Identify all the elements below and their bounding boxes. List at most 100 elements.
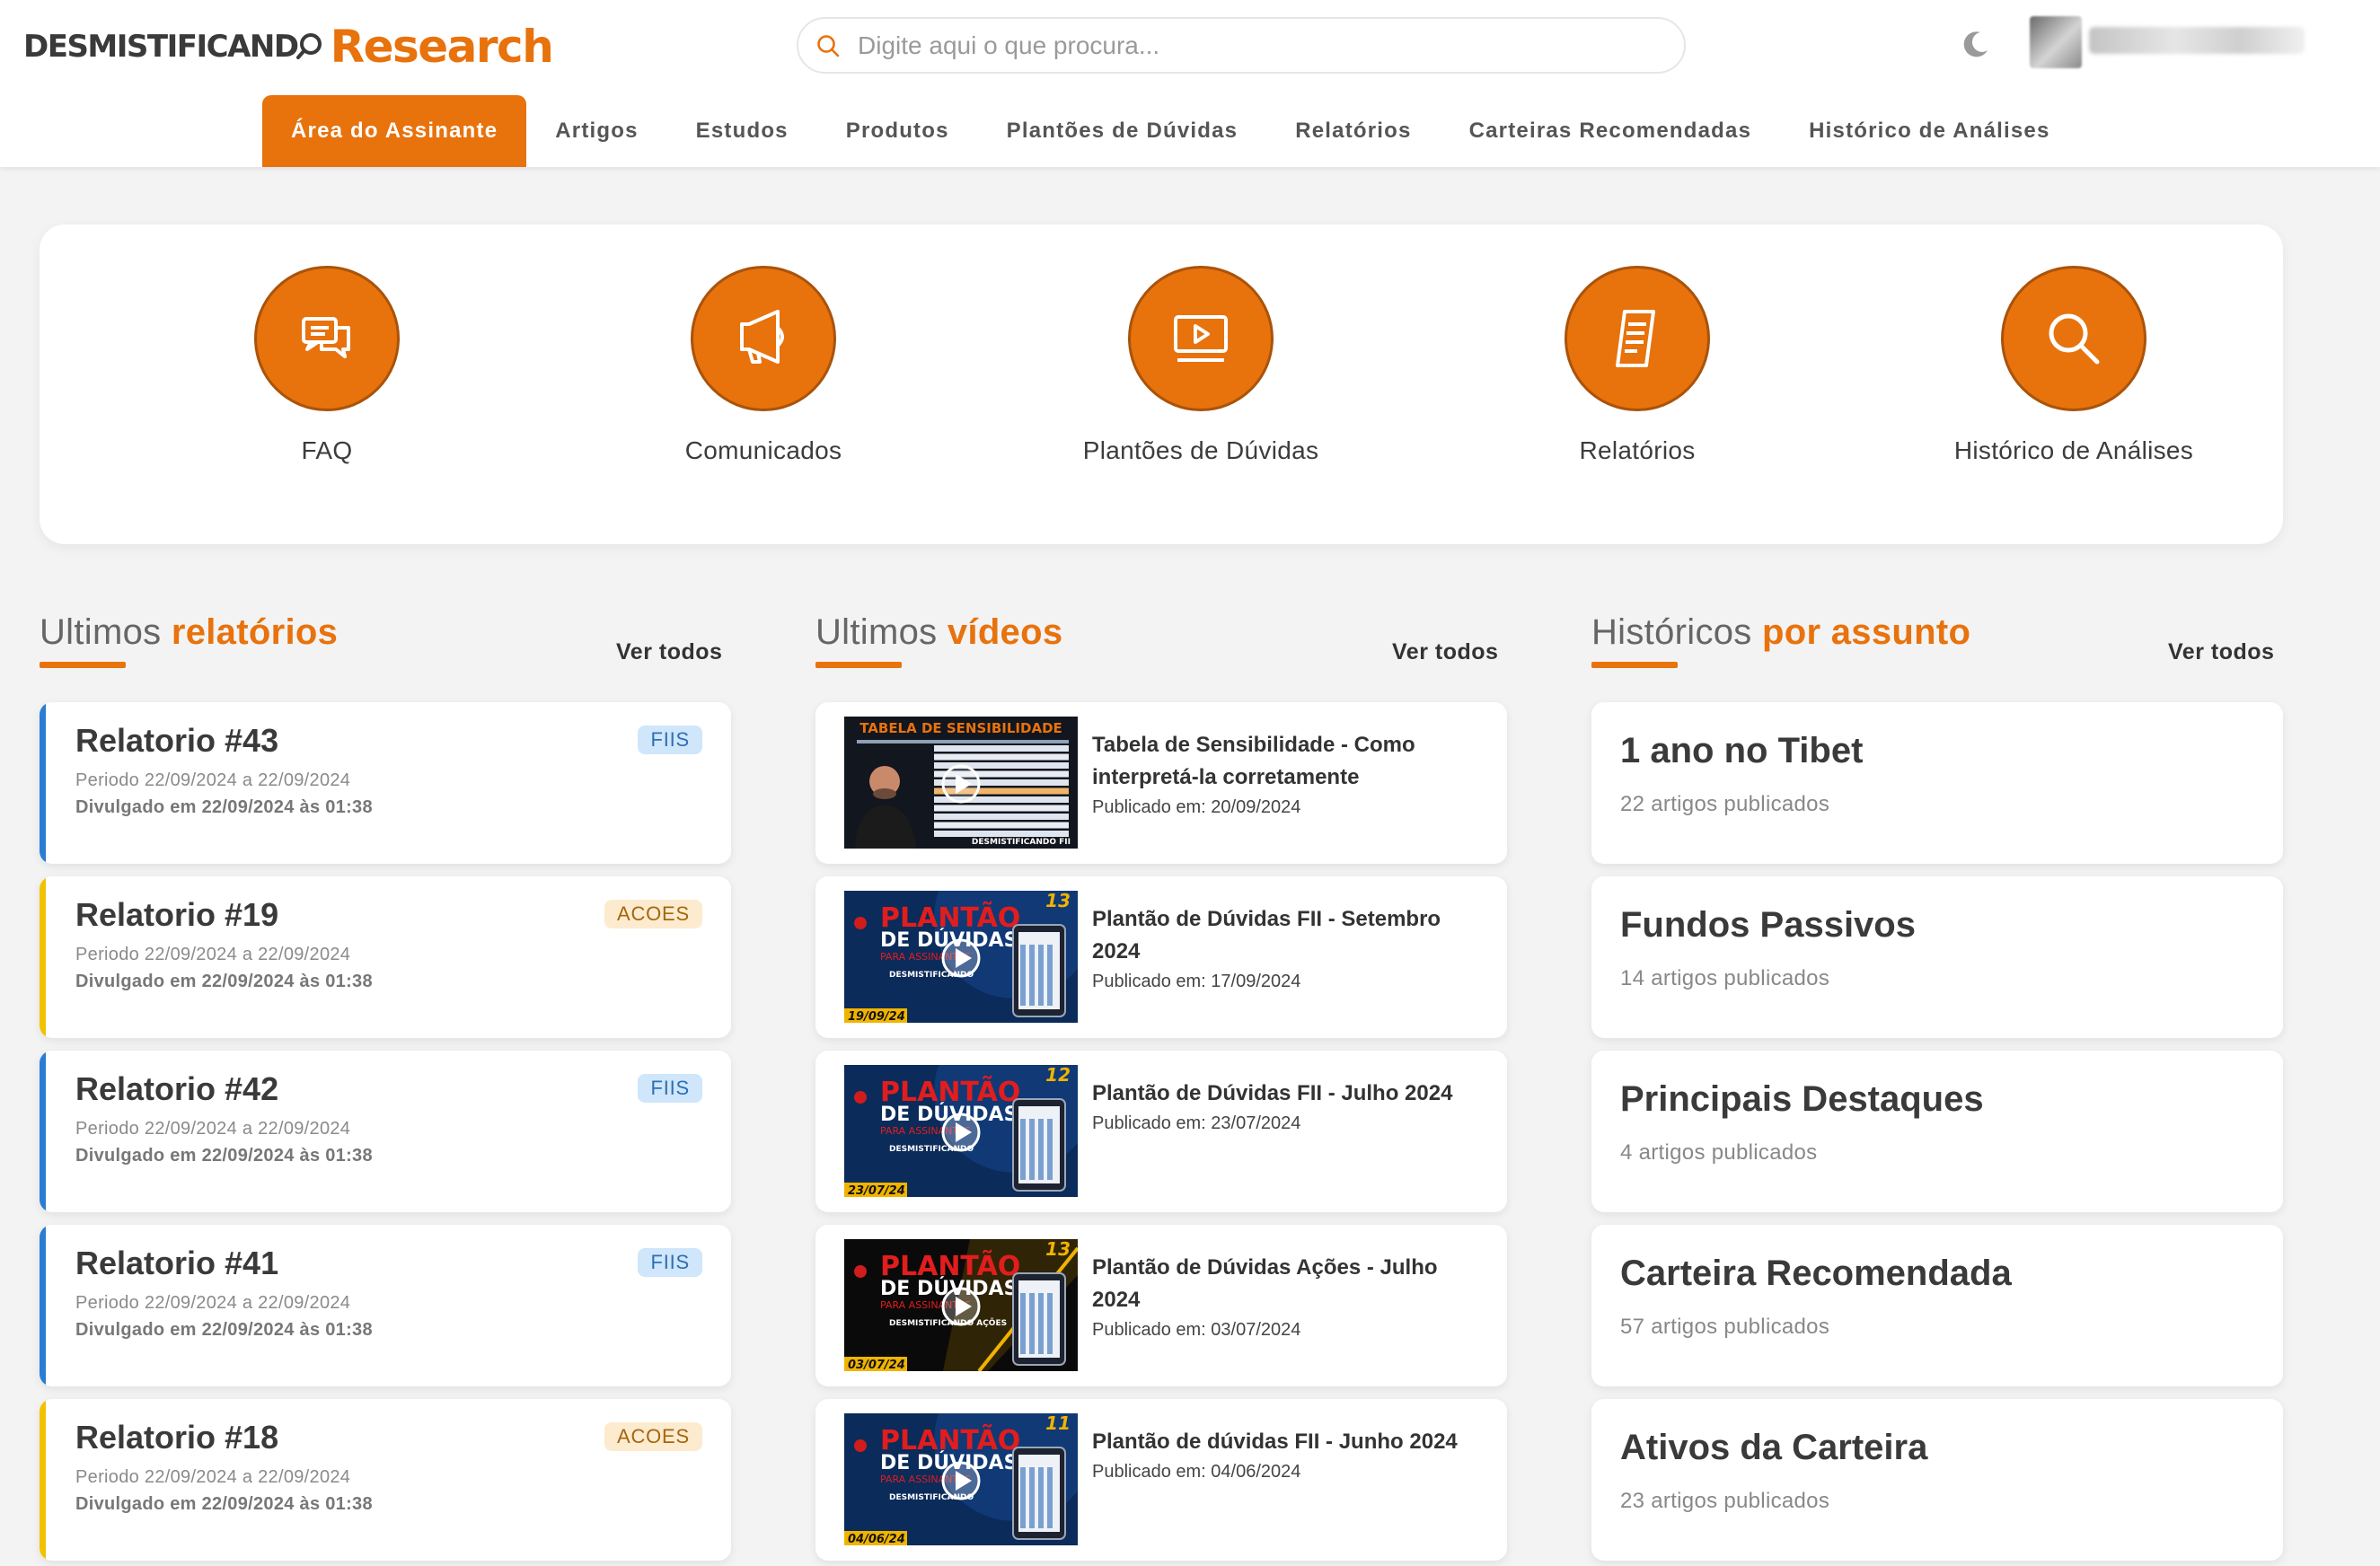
quick-link-label: Plantões de Dúvidas [1082, 436, 1319, 464]
chat-bubbles-icon [302, 317, 350, 358]
history-topic-card[interactable]: Fundos Passivos 14 artigos publicados [1591, 876, 2283, 1038]
video-thumbnail[interactable]: PLANTÃO DE DÚVIDAS PARA ASSINANTES DESMISTI… [844, 1413, 1078, 1545]
section-underline [815, 662, 902, 668]
nav-tab-historico-de-analises[interactable]: Histórico de Análises [1780, 95, 2078, 167]
history-topic-card[interactable]: Carteira Recomendada 57 artigos publicado… [1591, 1225, 2283, 1386]
thumb-date: 19/09/24 [848, 1010, 905, 1023]
report-title: Relatorio #42 [75, 1070, 279, 1107]
video-published-date: Publicado em: 03/07/2024 [1092, 1320, 1301, 1340]
nav-tab-plantoes-de-duvidas[interactable]: Plantões de Dúvidas [978, 95, 1267, 167]
logo-text-desmistificando: DESMISTIFICAND [23, 29, 299, 65]
video-player-icon [1174, 315, 1228, 362]
video-thumbnail-graphic: PLANTÃODE DÚVIDASPARA ASSINANTESDESMISTI… [844, 891, 1078, 1023]
video-card[interactable]: PLANTÃO DE DÚVIDAS PARA ASSINANTES DESMISTI… [815, 876, 1507, 1038]
report-tag-badge: ACOES [604, 900, 702, 928]
chat-bubbles-icon-button[interactable] [254, 266, 400, 411]
videos-section-title: Ultimos vídeos [815, 612, 1063, 652]
video-thumbnail[interactable]: PLANTÃO DE DÚVIDAS PARA ASSINANTES DESMISTI… [844, 1065, 1078, 1197]
video-thumbnail[interactable]: PLANTÃO DE DÚVIDAS PARA ASSINANTES DESMISTI… [844, 1239, 1078, 1371]
video-card[interactable]: PLANTÃO DE DÚVIDAS PARA ASSINANTES DESMISTI… [815, 1399, 1507, 1561]
history-topic-title: Fundos Passivos [1620, 905, 1916, 945]
nav-tab-area-do-assinante[interactable]: Área do Assinante [262, 95, 527, 167]
nav-tab-artigos[interactable]: Artigos [526, 95, 666, 167]
report-card[interactable]: Relatorio #43 Periodo 22/09/2024 a 22/09/… [40, 702, 731, 864]
history-see-all-link[interactable]: Ver todos [2168, 639, 2274, 665]
report-release-date: Divulgado em 22/09/2024 às 01:38 [75, 1494, 373, 1514]
report-card[interactable]: Relatorio #42 Periodo 22/09/2024 a 22/09/… [40, 1051, 731, 1212]
video-published-date: Publicado em: 04/06/2024 [1092, 1462, 1301, 1482]
quick-link-plantoes-de-duvidas[interactable]: Plantões de Dúvidas [1053, 266, 1349, 465]
brand-logo[interactable]: DESMISTIFICAND Research [23, 20, 554, 74]
nav-tab-estudos[interactable]: Estudos [667, 95, 817, 167]
reports-section-title: Ultimos relatórios [40, 612, 339, 652]
quick-link-faq[interactable]: FAQ [179, 266, 475, 465]
report-card[interactable]: Relatorio #18 Periodo 22/09/2024 a 22/09/… [40, 1399, 731, 1561]
thumb-brand: DESMISTIFICANDO FII [972, 838, 1071, 847]
videos-see-all-link[interactable]: Ver todos [1392, 639, 1498, 665]
reports-section-header: Ultimos relatórios [40, 612, 338, 668]
video-title[interactable]: Plantão de Dúvidas Ações - Julho 2024 [1092, 1252, 1478, 1316]
document-icon [1616, 310, 1655, 367]
search-icon [817, 34, 840, 57]
report-card[interactable]: Relatorio #41 Periodo 22/09/2024 a 22/09/… [40, 1225, 731, 1386]
video-thumbnail[interactable]: PLANTÃO DE DÚVIDAS PARA ASSINANTES DESMISTI… [844, 891, 1078, 1023]
video-player-icon-button[interactable] [1128, 266, 1274, 411]
report-title: Relatorio #43 [75, 722, 279, 759]
nav-tab-relatorios[interactable]: Relatórios [1266, 95, 1440, 167]
report-period: Periodo 22/09/2024 a 22/09/2024 [75, 770, 351, 790]
video-info: Plantão de Dúvidas Ações - Julho 2024 Pub… [1092, 1252, 1478, 1343]
video-info: Plantão de Dúvidas FII - Setembro 2024 Pu… [1092, 903, 1478, 995]
history-topic-card[interactable]: Ativos da Carteira 23 artigos publicados [1591, 1399, 2283, 1561]
report-release-date: Divulgado em 22/09/2024 às 01:38 [75, 972, 373, 991]
section-underline [40, 662, 126, 668]
history-section-title: Históricos por assunto [1591, 612, 1971, 652]
video-title[interactable]: Tabela de Sensibilidade - Como interpret… [1092, 729, 1478, 794]
avatar[interactable] [2030, 16, 2082, 68]
document-icon-button[interactable] [1565, 266, 1710, 411]
report-card[interactable]: Relatorio #19 Periodo 22/09/2024 a 22/09/… [40, 876, 731, 1038]
thumb-episode-number: 13 [1045, 891, 1071, 911]
logo-lens-icon [295, 33, 322, 59]
history-topic-card[interactable]: Principais Destaques 4 artigos publicados [1591, 1051, 2283, 1212]
video-card[interactable]: PLANTÃO DE DÚVIDAS PARA ASSINANTES DESMISTI… [815, 1225, 1507, 1386]
thumb-episode-number: 11 [1045, 1413, 1071, 1434]
search-input[interactable] [858, 31, 1666, 60]
report-title: Relatorio #41 [75, 1245, 279, 1281]
video-card[interactable]: TABELA DE SENSIBILIDADE DESMISTIFICANDO F… [815, 702, 1507, 864]
user-name-blurred [2089, 27, 2305, 54]
reports-see-all-link[interactable]: Ver todos [616, 639, 722, 665]
video-thumbnail-graphic: PLANTÃODE DÚVIDASPARA ASSINANTESDESMISTI… [844, 1413, 1078, 1545]
report-category-bar [40, 702, 46, 864]
nav-tab-produtos[interactable]: Produtos [817, 95, 978, 167]
history-topic-count: 23 artigos publicados [1620, 1489, 1830, 1513]
search-icon-button[interactable] [2001, 266, 2146, 411]
video-thumbnail-graphic: PLANTÃODE DÚVIDASPARA ASSINANTESDESMISTI… [844, 1065, 1078, 1197]
report-release-date: Divulgado em 22/09/2024 às 01:38 [75, 797, 373, 817]
history-topic-card[interactable]: 1 ano no Tibet 22 artigos publicados [1591, 702, 2283, 864]
report-tag-badge: FIIS [638, 1248, 702, 1277]
thumb-date: 23/07/24 [848, 1184, 905, 1197]
video-title[interactable]: Plantão de dúvidas FII - Junho 2024 [1092, 1426, 1478, 1458]
report-tag-badge: FIIS [638, 1074, 702, 1103]
quick-link-historico-de-analises[interactable]: Histórico de Análises [1926, 266, 2222, 465]
quick-link-comunicados[interactable]: Comunicados [615, 266, 912, 465]
search-icon [2049, 313, 2100, 365]
dark-mode-moon-icon[interactable] [1961, 29, 1991, 59]
quick-link-relatorios[interactable]: Relatórios [1489, 266, 1785, 465]
megaphone-icon-button[interactable] [691, 266, 836, 411]
quick-access-panel: FAQ Comunicados Plantões de Dúvidas Relatór… [40, 224, 2283, 544]
quick-link-label: Relatórios [1579, 436, 1696, 464]
thumb-date: 04/06/24 [848, 1533, 905, 1545]
report-release-date: Divulgado em 22/09/2024 às 01:38 [75, 1320, 373, 1340]
nav-tab-carteiras-recomendadas[interactable]: Carteiras Recomendadas [1441, 95, 1781, 167]
megaphone-icon [740, 310, 784, 364]
video-title[interactable]: Plantão de Dúvidas FII - Julho 2024 [1092, 1078, 1478, 1110]
history-topic-title: Principais Destaques [1620, 1079, 1984, 1119]
video-card[interactable]: PLANTÃO DE DÚVIDAS PARA ASSINANTES DESMISTI… [815, 1051, 1507, 1212]
video-published-date: Publicado em: 23/07/2024 [1092, 1113, 1301, 1133]
video-thumbnail[interactable]: TABELA DE SENSIBILIDADE DESMISTIFICANDO F… [844, 717, 1078, 849]
report-category-bar [40, 876, 46, 1038]
video-title[interactable]: Plantão de Dúvidas FII - Setembro 2024 [1092, 903, 1478, 968]
user-profile-menu[interactable] [2030, 16, 2317, 68]
report-title: Relatorio #19 [75, 896, 279, 933]
